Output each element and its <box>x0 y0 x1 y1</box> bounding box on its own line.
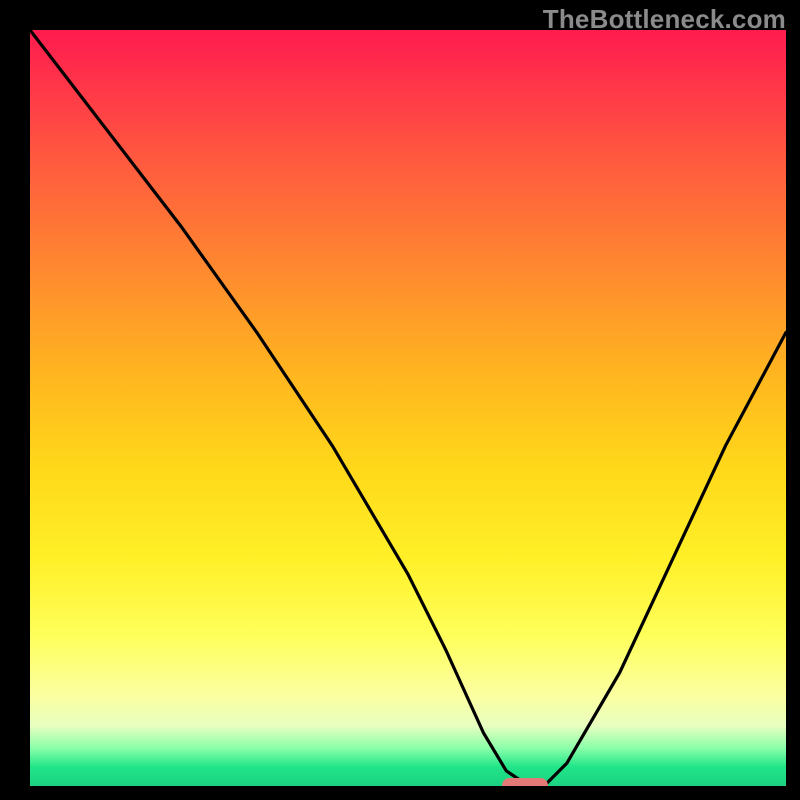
chart-curve-svg <box>30 30 786 786</box>
optimal-range-marker <box>502 778 548 786</box>
bottleneck-curve <box>30 30 786 786</box>
watermark-text: TheBottleneck.com <box>543 4 786 35</box>
chart-plot-area <box>30 30 786 786</box>
